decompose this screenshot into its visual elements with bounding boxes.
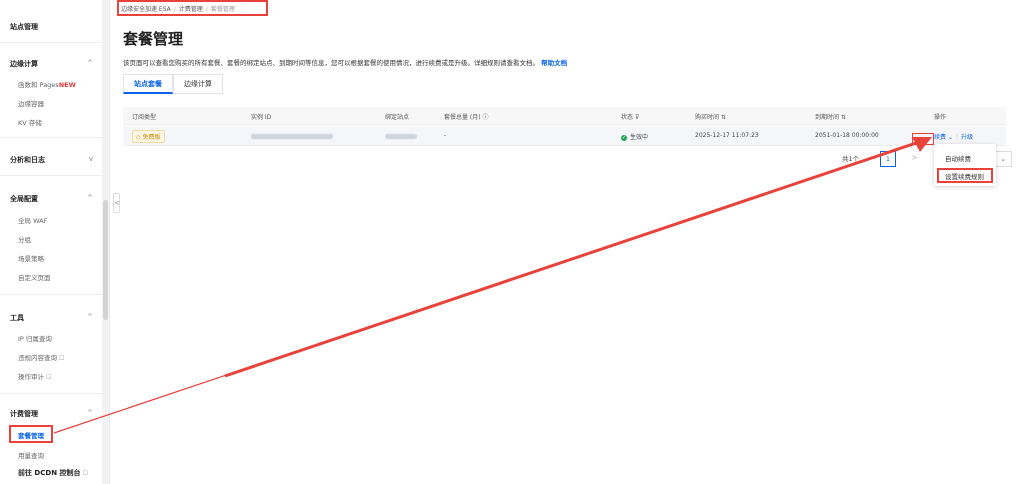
sidebar-collapse-button[interactable]: <	[113, 193, 120, 213]
annotation-highlight	[912, 133, 934, 145]
help-doc-link[interactable]: 帮助文档	[541, 59, 567, 67]
annotation-arrow	[53, 137, 932, 434]
sidebar-item-scenario-policy[interactable]: 场景策略	[18, 253, 44, 263]
redacted-instance-id	[251, 134, 333, 139]
column-header-purchase: 购买时间 ⇅	[695, 112, 726, 121]
column-header-purchase-label: 购买时间	[695, 114, 720, 121]
diamond-icon: ◇	[136, 134, 141, 141]
sidebar-item-ip-lookup[interactable]: IP 归属查询	[18, 333, 52, 343]
sidebar-divider	[0, 175, 103, 176]
sort-icon[interactable]: ⇅	[841, 114, 846, 121]
sidebar-item-site-management[interactable]: 站点管理	[10, 22, 38, 32]
filter-icon[interactable]: ⊽	[635, 114, 639, 121]
annotation-highlight	[9, 425, 53, 443]
sidebar-group-global-config[interactable]: 全局配置	[10, 194, 38, 204]
sidebar-item-label: 操作审计	[18, 373, 44, 381]
sidebar-item-label: 函数和 Pages	[18, 81, 59, 89]
redacted-site	[385, 134, 417, 139]
chevron-down-icon: ⌄	[947, 134, 953, 141]
column-header-instance: 实例 ID	[251, 114, 272, 121]
scrollbar-thumb[interactable]	[103, 200, 108, 320]
external-link-icon: ☐	[46, 374, 52, 381]
sidebar-item-functions-pages[interactable]: 函数和 PagesNEW	[18, 79, 76, 89]
column-header-expire-label: 到期时间	[815, 114, 840, 121]
sidebar-item-audit[interactable]: 操作审计 ☐	[18, 371, 51, 381]
new-badge: NEW	[58, 81, 76, 89]
operations-cell: 续费 ⌄ | 升级	[934, 132, 973, 141]
status-cell: ✓ 生效中	[621, 132, 648, 141]
chevron-up-icon[interactable]: ^	[87, 409, 93, 417]
menu-item-auto-renew[interactable]: 自动续费	[945, 153, 971, 163]
chevron-up-icon[interactable]: ^	[87, 59, 93, 67]
column-header-site: 绑定站点	[385, 114, 410, 121]
renew-label: 续费	[934, 134, 947, 141]
sidebar-group-analytics-logs[interactable]: 分析和日志	[10, 155, 45, 165]
external-link-icon: ☐	[59, 355, 65, 362]
sidebar-item-edge-container[interactable]: 边缘容器	[18, 98, 44, 108]
tab-edge-compute[interactable]: 边缘计算	[173, 74, 223, 94]
tab-site-plans[interactable]: 站点套餐	[123, 74, 173, 94]
sidebar-divider	[0, 393, 103, 394]
sidebar-divider	[0, 137, 103, 138]
purchase-time: 2025-12-17 11:07:23	[695, 132, 759, 139]
upgrade-button[interactable]: 升级	[961, 134, 973, 141]
chevron-up-icon[interactable]: ^	[87, 194, 93, 202]
info-icon[interactable]: ⓘ	[483, 114, 489, 121]
chevron-down-icon[interactable]: v	[89, 155, 93, 163]
sidebar-item-custom-pages[interactable]: 自定义页面	[18, 272, 51, 282]
sidebar-item-label: 违规内容查询	[18, 354, 57, 362]
sidebar-group-tools[interactable]: 工具	[10, 313, 24, 323]
sidebar-item-global-waf[interactable]: 全局 WAF	[18, 215, 47, 225]
sidebar-item-usage-query[interactable]: 用量查询	[18, 450, 44, 460]
sidebar-item-violation-query[interactable]: 违规内容查询 ☐	[18, 352, 64, 362]
plan-badge: ◇ 免费版	[132, 130, 165, 143]
sidebar: 站点管理 边缘计算 ^ 函数和 PagesNEW 边缘容器 KV 存储 分析和日…	[0, 0, 110, 484]
pagination-page-1[interactable]: 1	[880, 151, 896, 167]
description-text: 该页面可以查看您购买的所有套餐、套餐的绑定站点、到期时间等信息，您可以根据套餐的…	[123, 59, 539, 67]
pagination-prev[interactable]: <	[870, 153, 877, 162]
dcdn-link-label: 前往 DCDN 控制台	[18, 469, 81, 477]
table-header: 订阅类型 实例 ID 绑定站点 套餐总量 (月) ⓘ 状态 ⊽ 购买时间 ⇅ 到…	[123, 107, 1006, 125]
table-row: ◇ 免费版 - ✓ 生效中 2025-12-17 11:07:23 2051-01…	[123, 126, 1006, 146]
arrow-line-thick	[224, 138, 926, 378]
page-size-select[interactable]: ⌄	[994, 151, 1012, 167]
column-header-quota: 套餐总量 (月) ⓘ	[444, 112, 489, 121]
sidebar-divider	[0, 42, 103, 43]
sort-icon[interactable]: ⇅	[721, 114, 726, 121]
column-header-quota-label: 套餐总量 (月)	[444, 114, 481, 121]
column-header-ops: 操作	[934, 114, 947, 121]
dcdn-console-link[interactable]: 前往 DCDN 控制台 ☐	[18, 468, 88, 478]
plan-name: 免费版	[142, 134, 161, 141]
chevron-up-icon[interactable]: ^	[87, 313, 93, 321]
arrow-line-thin	[53, 139, 926, 434]
sidebar-scrollbar[interactable]	[102, 0, 109, 484]
operation-separator: |	[955, 134, 958, 141]
sidebar-group-edge-compute[interactable]: 边缘计算	[10, 59, 38, 69]
status-text: 生效中	[630, 134, 649, 141]
sidebar-group-billing[interactable]: 计费管理	[10, 409, 38, 419]
pagination-total: 共1个	[842, 155, 860, 163]
pagination-next[interactable]: >	[911, 153, 918, 162]
page-title: 套餐管理	[123, 31, 184, 48]
renew-button[interactable]: 续费 ⌄	[934, 134, 953, 141]
column-header-expire: 到期时间 ⇅	[815, 112, 846, 121]
sidebar-item-kv-storage[interactable]: KV 存储	[18, 117, 42, 127]
annotation-highlight	[117, 0, 268, 16]
column-header-status: 状态 ⊽	[621, 112, 639, 121]
expire-time: 2051-01-18 00:00:00	[815, 132, 879, 139]
external-link-icon: ☐	[82, 470, 88, 477]
sidebar-divider	[0, 294, 103, 295]
annotation-highlight	[937, 168, 993, 183]
quota-value: -	[444, 132, 447, 139]
column-header-status-label: 状态	[621, 114, 634, 121]
page-description: 该页面可以查看您购买的所有套餐、套餐的绑定站点、到期时间等信息，您可以根据套餐的…	[123, 57, 567, 67]
sidebar-item-groups[interactable]: 分组	[18, 234, 31, 244]
column-header-type: 订阅类型	[132, 114, 157, 121]
check-circle-icon: ✓	[621, 134, 627, 141]
